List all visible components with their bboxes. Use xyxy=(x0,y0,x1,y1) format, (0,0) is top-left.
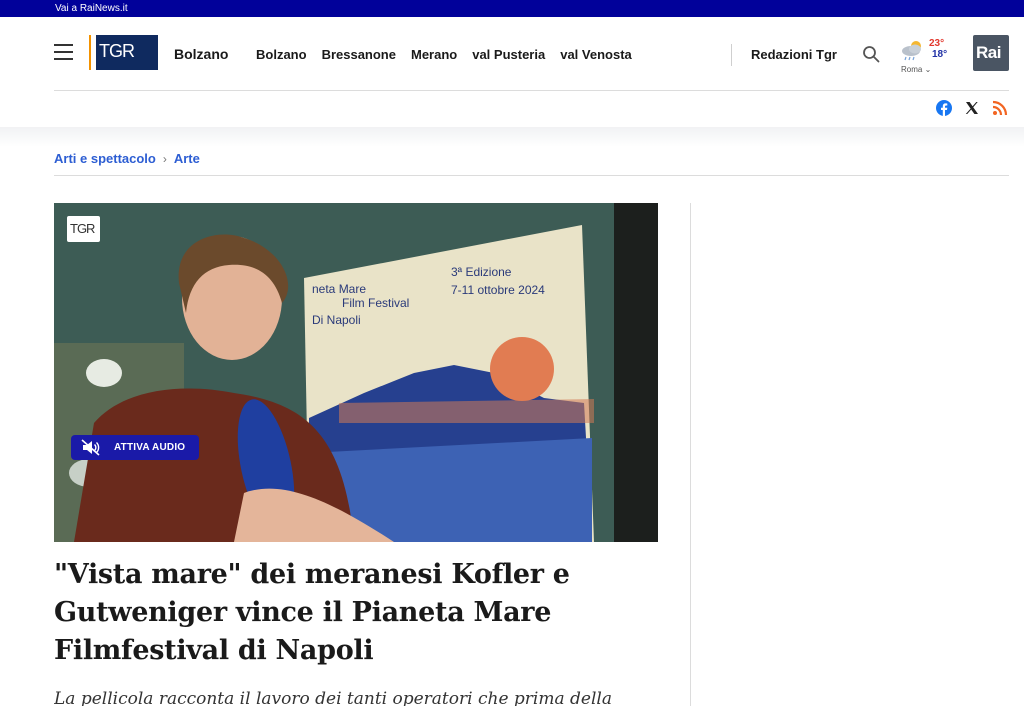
activate-audio-button[interactable]: ATTIVA AUDIO xyxy=(71,435,199,460)
top-bar: Vai a RaiNews.it xyxy=(0,0,1024,17)
rss-icon[interactable] xyxy=(992,100,1008,116)
x-icon[interactable] xyxy=(964,100,980,116)
redazioni-tgr-button[interactable]: Redazioni Tgr xyxy=(751,47,837,62)
breadcrumb-arte[interactable]: Arte xyxy=(174,151,200,166)
facebook-icon[interactable] xyxy=(936,100,952,116)
main-nav: Bolzano Bressanone Merano val Pusteria v… xyxy=(256,47,632,62)
rai-logo[interactable]: Rai xyxy=(973,35,1009,71)
weather-widget[interactable]: 23° 18° Roma ⌄ xyxy=(900,36,950,76)
poster-title-line-1: neta Mare xyxy=(312,282,366,296)
nav-item-bolzano[interactable]: Bolzano xyxy=(256,47,307,62)
temp-max: 23° xyxy=(929,38,945,49)
video-player[interactable]: neta Mare Film Festival Di Napoli 3ª Edi… xyxy=(54,203,658,542)
cloud-rain-sun-icon xyxy=(902,41,921,61)
poster-dates: 7-11 ottobre 2024 xyxy=(451,283,545,297)
nav-item-bressanone[interactable]: Bressanone xyxy=(322,47,396,62)
video-frame: neta Mare Film Festival Di Napoli 3ª Edi… xyxy=(54,203,658,542)
menu-icon[interactable] xyxy=(54,44,73,60)
breadcrumb: Arti e spettacolo › Arte xyxy=(54,151,200,166)
nav-item-val-pusteria[interactable]: val Pusteria xyxy=(472,47,545,62)
article-subhead: La pellicola racconta il lavoro dei tant… xyxy=(54,689,612,706)
tgr-logo[interactable]: TGR xyxy=(87,35,159,70)
poster-title-line-2: Film Festival xyxy=(342,296,409,310)
video-tgr-watermark: TGR xyxy=(67,216,100,242)
temp-min: 18° xyxy=(932,49,948,60)
activate-audio-label: ATTIVA AUDIO xyxy=(114,442,186,453)
site-name[interactable]: Bolzano xyxy=(174,46,228,62)
chevron-right-icon: › xyxy=(162,151,167,166)
header-divider xyxy=(731,44,732,66)
nav-item-val-venosta[interactable]: val Venosta xyxy=(560,47,632,62)
header-divider-line xyxy=(54,90,1009,91)
volume-mute-icon xyxy=(81,439,100,456)
breadcrumb-arti-e-spettacolo[interactable]: Arti e spettacolo xyxy=(54,151,156,166)
poster-edition: 3ª Edizione xyxy=(451,265,512,279)
nav-item-merano[interactable]: Merano xyxy=(411,47,457,62)
header-shadow xyxy=(0,127,1024,147)
site-header: TGR Bolzano Bolzano Bressanone Merano va… xyxy=(0,17,1024,127)
chevron-down-icon: ⌄ xyxy=(924,65,932,74)
search-icon[interactable] xyxy=(862,45,880,63)
rainews-link[interactable]: Vai a RaiNews.it xyxy=(55,3,128,14)
weather-city: Roma ⌄ xyxy=(901,65,932,74)
column-divider xyxy=(690,203,691,706)
poster-title-line-3: Di Napoli xyxy=(312,313,361,327)
breadcrumb-divider xyxy=(54,175,1009,176)
article-headline: "Vista mare" dei meranesi Kofler e Gutwe… xyxy=(54,559,570,666)
